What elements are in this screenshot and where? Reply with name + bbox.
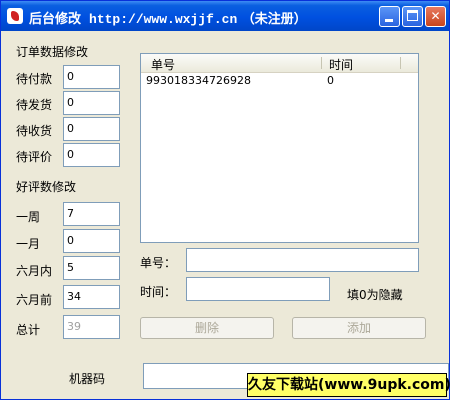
list-item-order-no: 993018334726928 <box>146 74 251 87</box>
pending-review-input[interactable]: 0 <box>63 143 120 167</box>
watermark-banner: 久友下载站(www.9upk.com) <box>247 373 450 397</box>
window-title-text: 后台修改 <box>29 12 82 27</box>
app-icon[interactable] <box>7 8 23 24</box>
column-header-order-no[interactable]: 单号 <box>151 56 175 73</box>
total-label: 总计 <box>16 323 41 337</box>
list-item[interactable]: 993018334726928 0 <box>141 74 418 88</box>
add-button[interactable]: 添加 <box>292 317 426 339</box>
column-divider[interactable] <box>321 57 322 69</box>
machine-code-label: 机器码 <box>69 372 106 386</box>
maximize-button[interactable] <box>402 6 423 27</box>
before-six-months-label: 六月前 <box>16 293 53 307</box>
pending-receipt-label: 待收货 <box>16 124 53 138</box>
one-week-label: 一周 <box>16 210 41 224</box>
hide-hint-label: 填0为隐藏 <box>347 288 403 302</box>
delete-button[interactable]: 删除 <box>140 317 274 339</box>
total-input: 39 <box>63 315 120 339</box>
column-header-time[interactable]: 时间 <box>329 56 353 73</box>
pending-shipment-input[interactable]: 0 <box>63 91 120 115</box>
pending-payment-label: 待付款 <box>16 72 53 86</box>
reviews-section-label: 好评数修改 <box>16 180 77 194</box>
time-label: 时间： <box>140 285 177 299</box>
order-section-label: 订单数据修改 <box>16 45 89 59</box>
title-bar[interactable]: 后台修改 http://www.wxjjf.cn （未注册） ✕ <box>1 1 449 31</box>
window-title: 后台修改 http://www.wxjjf.cn （未注册） <box>29 8 307 27</box>
maximize-icon <box>407 10 418 21</box>
window-title-status: （未注册） <box>241 12 307 27</box>
within-six-months-input[interactable]: 5 <box>63 256 120 280</box>
order-no-label: 单号： <box>140 256 177 270</box>
close-button[interactable]: ✕ <box>425 6 446 27</box>
before-six-months-input[interactable]: 34 <box>63 285 120 309</box>
minimize-icon <box>385 19 393 22</box>
column-divider[interactable] <box>400 57 401 69</box>
one-month-label: 一月 <box>16 237 41 251</box>
order-no-input[interactable] <box>186 248 419 272</box>
pending-review-label: 待评价 <box>16 150 53 164</box>
pending-receipt-input[interactable]: 0 <box>63 117 120 141</box>
pending-shipment-label: 待发货 <box>16 98 53 112</box>
pending-payment-input[interactable]: 0 <box>63 65 120 89</box>
list-item-time: 0 <box>327 74 334 87</box>
order-list[interactable]: 单号 时间 993018334726928 0 <box>140 53 419 243</box>
time-input[interactable] <box>186 277 330 301</box>
order-list-header: 单号 时间 <box>141 54 418 73</box>
close-icon: ✕ <box>430 9 441 23</box>
one-month-input[interactable]: 0 <box>63 229 120 253</box>
app-window: 后台修改 http://www.wxjjf.cn （未注册） ✕ 订单数据修改 待… <box>0 0 450 400</box>
minimize-button[interactable] <box>379 6 400 27</box>
window-title-url: http://www.wxjjf.cn <box>89 12 238 27</box>
one-week-input[interactable]: 7 <box>63 202 120 226</box>
within-six-months-label: 六月内 <box>16 264 53 278</box>
